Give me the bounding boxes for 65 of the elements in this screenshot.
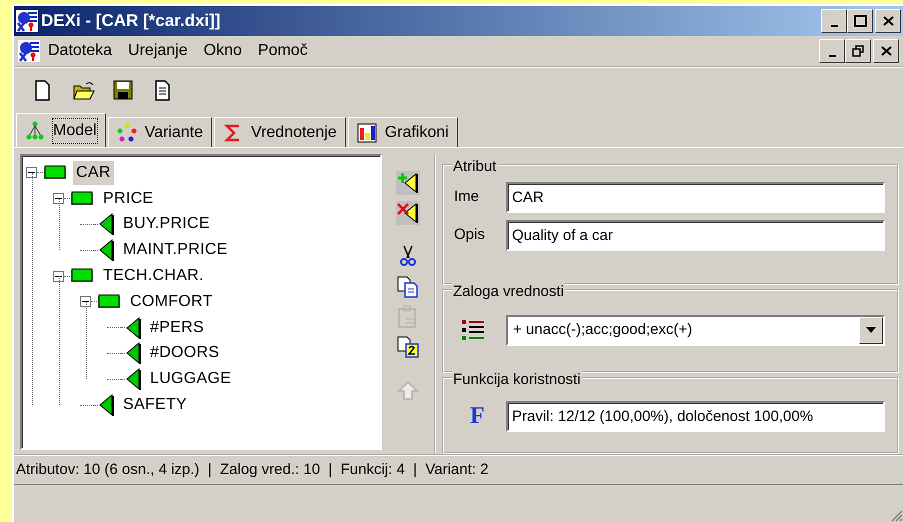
tree-node-label[interactable]: SAFETY [120, 393, 190, 418]
collapse-toggle[interactable] [80, 296, 91, 308]
function-icon: F [470, 403, 485, 430]
collapse-toggle[interactable] [53, 193, 64, 204]
name-field[interactable]: CAR [506, 182, 885, 212]
caret-icon [866, 327, 876, 333]
function-summary-field[interactable]: Pravil: 12/12 (100,00%), določenost 100,00% [506, 400, 885, 432]
status-text: Atributov: 10 (6 osn., 4 izp.) | Zalog vred.: 10 | Funkcij: 4 | Variant: 2 [16, 460, 488, 480]
menu-item[interactable]: Pomoč [250, 39, 316, 63]
basic-node-icon [125, 342, 141, 364]
app-logo-icon [16, 10, 38, 32]
copy-icon [396, 275, 420, 299]
minimize-icon [830, 25, 838, 27]
close-button[interactable] [875, 9, 901, 33]
close-icon [882, 15, 894, 27]
maximize-button[interactable] [847, 9, 873, 33]
field-label: Ime [454, 186, 480, 207]
tree-node-label[interactable]: CAR [73, 160, 114, 185]
variants-icon [116, 122, 137, 142]
tree-node-label[interactable]: BUY.PRICE [120, 212, 213, 236]
tree-node-label[interactable]: PRICE [100, 186, 156, 211]
restore-icon [852, 45, 864, 57]
basic-node-icon [98, 394, 114, 416]
field-label: Opis [454, 224, 486, 245]
copy-numbered-icon [396, 335, 420, 359]
resize-grip-icon [889, 508, 903, 522]
maximize-icon [854, 15, 866, 27]
basic-node-icon [125, 368, 141, 390]
collapse-toggle[interactable] [53, 270, 64, 282]
description-field[interactable]: Quality of a car [506, 220, 885, 250]
window-title: DEXi - [CAR [*car.dxi]] [41, 10, 220, 32]
app-logo-icon [18, 40, 40, 62]
add-attribute-button[interactable] [394, 168, 422, 198]
tree-node-label[interactable]: TECH.CHAR. [100, 264, 207, 288]
tab[interactable]: Grafikoni [348, 117, 458, 147]
menu-item[interactable]: Okno [196, 39, 250, 63]
menu-item[interactable]: Urejanje [120, 39, 196, 63]
add-attribute-icon [396, 171, 420, 195]
minimize-button[interactable] [819, 39, 845, 63]
delete-attribute-icon [396, 201, 420, 225]
charts-icon [356, 122, 377, 142]
model-icon [25, 120, 45, 140]
basic-node-icon [125, 316, 141, 339]
minimize-button[interactable] [821, 9, 847, 33]
close-button[interactable] [873, 39, 899, 63]
restore-button[interactable] [845, 39, 871, 63]
tree-node-label[interactable]: LUGGAGE [147, 367, 234, 392]
collapse-toggle[interactable] [26, 167, 37, 178]
tree-node-label[interactable]: #PERS [147, 316, 207, 340]
basic-node-icon [98, 239, 114, 262]
basic-node-icon [98, 213, 114, 236]
tab[interactable]: Variante [108, 117, 212, 147]
scale-dropdown[interactable]: + unacc(-);acc;good;exc(+) [506, 314, 885, 346]
tab[interactable]: Vrednotenje [214, 117, 346, 147]
tree-node-label[interactable]: #DOORS [147, 341, 222, 366]
menu-item[interactable]: Datoteka [40, 39, 120, 63]
minimize-icon [828, 55, 836, 57]
tree-node-label[interactable]: MAINT.PRICE [120, 238, 231, 262]
close-icon [880, 45, 892, 57]
up-arrow-icon [396, 379, 420, 403]
value-list-icon [462, 318, 486, 341]
tree-node-label[interactable]: COMFORT [127, 290, 216, 314]
open-folder-icon [73, 80, 95, 102]
delete-attribute-button[interactable] [394, 198, 422, 228]
tab[interactable]: Model [16, 113, 106, 147]
